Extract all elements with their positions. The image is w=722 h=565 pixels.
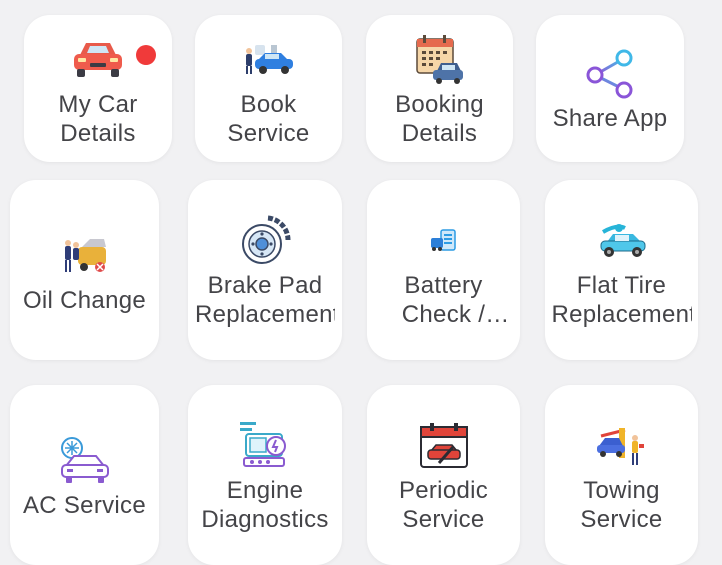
tile-engine-diagnostics[interactable]: Engine Diagnostics (188, 385, 342, 565)
tile-ac-service[interactable]: AC Service (10, 385, 159, 565)
engine-diagnostic-icon (235, 416, 295, 476)
tile-booking-details[interactable]: Booking Details (366, 15, 513, 162)
tile-label: Periodic Service (398, 477, 489, 533)
tile-label: AC Service (22, 491, 147, 519)
towing-icon (592, 416, 652, 476)
tile-label: Flat Tire Replacement (551, 272, 692, 328)
tile-oil-change[interactable]: Oil Change (10, 180, 159, 360)
battery-icon (414, 211, 474, 271)
tile-my-car-details[interactable]: My Car Details (24, 15, 172, 162)
tile-label: Engine Diagnostics (201, 477, 329, 533)
tile-label: Battery Check / Replacement (401, 272, 486, 328)
share-icon (580, 44, 640, 104)
tile-towing-service[interactable]: Towing Service (545, 385, 698, 565)
tile-label: Book Service (227, 90, 310, 147)
tile-flat-tire-replacement[interactable]: Flat Tire Replacement (545, 180, 698, 360)
calendar-car-icon (410, 30, 470, 90)
notification-badge (136, 45, 156, 65)
oil-change-icon (55, 226, 115, 286)
tile-battery-check[interactable]: Battery Check / Replacement (367, 180, 520, 360)
tile-label: My Car Details (58, 90, 138, 147)
calendar-wrench-icon (414, 416, 474, 476)
tile-brake-pad-replacement[interactable]: Brake Pad Replacement (188, 180, 342, 360)
ac-car-icon (55, 431, 115, 491)
flat-tire-icon (592, 211, 652, 271)
tile-label: Booking Details (395, 90, 484, 147)
brake-disc-icon (235, 211, 295, 271)
tile-label: Towing Service (580, 477, 663, 533)
tile-label: Share App (552, 105, 668, 132)
red-car-icon (68, 30, 128, 90)
tile-periodic-service[interactable]: Periodic Service (367, 385, 520, 565)
tile-label: Oil Change (22, 286, 147, 314)
tile-book-service[interactable]: Book Service (195, 15, 342, 162)
tile-share-app[interactable]: Share App (536, 15, 684, 162)
tile-label: Brake Pad Replacement (195, 272, 335, 328)
mechanic-car-icon (239, 30, 299, 90)
